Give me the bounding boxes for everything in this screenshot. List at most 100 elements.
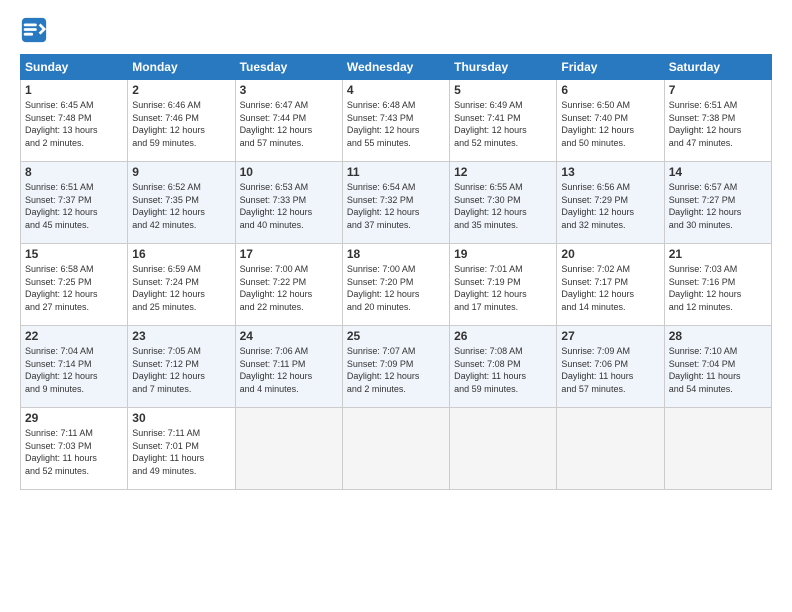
- day-info: Sunrise: 6:45 AMSunset: 7:48 PMDaylight:…: [25, 99, 123, 149]
- calendar-cell: 28Sunrise: 7:10 AMSunset: 7:04 PMDayligh…: [664, 326, 771, 408]
- day-number: 9: [132, 165, 230, 179]
- day-number: 30: [132, 411, 230, 425]
- calendar-cell: 30 Sunrise: 7:11 AMSunset: 7:01 PMDayligh…: [128, 408, 235, 490]
- day-number: 2: [132, 83, 230, 97]
- day-info: Sunrise: 6:56 AMSunset: 7:29 PMDaylight:…: [561, 181, 659, 231]
- day-info: Sunrise: 7:00 AMSunset: 7:22 PMDaylight:…: [240, 263, 338, 313]
- day-info: Sunrise: 6:57 AMSunset: 7:27 PMDaylight:…: [669, 181, 767, 231]
- calendar-cell: 17Sunrise: 7:00 AMSunset: 7:22 PMDayligh…: [235, 244, 342, 326]
- day-number: 19: [454, 247, 552, 261]
- calendar-cell: 6 Sunrise: 6:50 AMSunset: 7:40 PMDaylight…: [557, 80, 664, 162]
- day-number: 27: [561, 329, 659, 343]
- day-info: Sunrise: 6:48 AMSunset: 7:43 PMDaylight:…: [347, 99, 445, 149]
- calendar-cell: 10 Sunrise: 6:53 AMSunset: 7:33 PMDayligh…: [235, 162, 342, 244]
- day-number: 25: [347, 329, 445, 343]
- day-info: Sunrise: 7:01 AMSunset: 7:19 PMDaylight:…: [454, 263, 552, 313]
- calendar-page: SundayMondayTuesdayWednesdayThursdayFrid…: [0, 0, 792, 500]
- col-header-monday: Monday: [128, 55, 235, 80]
- calendar-cell: 5 Sunrise: 6:49 AMSunset: 7:41 PMDaylight…: [450, 80, 557, 162]
- day-info: Sunrise: 7:06 AMSunset: 7:11 PMDaylight:…: [240, 345, 338, 395]
- day-info: Sunrise: 6:52 AMSunset: 7:35 PMDaylight:…: [132, 181, 230, 231]
- day-info: Sunrise: 6:58 AMSunset: 7:25 PMDaylight:…: [25, 263, 123, 313]
- day-number: 28: [669, 329, 767, 343]
- day-info: Sunrise: 6:59 AMSunset: 7:24 PMDaylight:…: [132, 263, 230, 313]
- day-number: 24: [240, 329, 338, 343]
- logo: [20, 16, 50, 44]
- day-number: 14: [669, 165, 767, 179]
- calendar-cell: 18 Sunrise: 7:00 AMSunset: 7:20 PMDayligh…: [342, 244, 449, 326]
- day-info: Sunrise: 7:11 AMSunset: 7:03 PMDaylight:…: [25, 427, 123, 477]
- calendar-cell: 15 Sunrise: 6:58 AMSunset: 7:25 PMDayligh…: [21, 244, 128, 326]
- day-info: Sunrise: 7:00 AMSunset: 7:20 PMDaylight:…: [347, 263, 445, 313]
- day-number: 5: [454, 83, 552, 97]
- day-number: 13: [561, 165, 659, 179]
- day-info: Sunrise: 7:07 AMSunset: 7:09 PMDaylight:…: [347, 345, 445, 395]
- col-header-saturday: Saturday: [664, 55, 771, 80]
- day-number: 3: [240, 83, 338, 97]
- day-number: 26: [454, 329, 552, 343]
- calendar-cell: [235, 408, 342, 490]
- day-info: Sunrise: 6:49 AMSunset: 7:41 PMDaylight:…: [454, 99, 552, 149]
- col-header-friday: Friday: [557, 55, 664, 80]
- day-info: Sunrise: 7:05 AMSunset: 7:12 PMDaylight:…: [132, 345, 230, 395]
- calendar-cell: 24 Sunrise: 7:06 AMSunset: 7:11 PMDayligh…: [235, 326, 342, 408]
- day-info: Sunrise: 6:54 AMSunset: 7:32 PMDaylight:…: [347, 181, 445, 231]
- day-number: 18: [347, 247, 445, 261]
- day-info: Sunrise: 7:08 AMSunset: 7:08 PMDaylight:…: [454, 345, 552, 395]
- calendar-table: SundayMondayTuesdayWednesdayThursdayFrid…: [20, 54, 772, 490]
- day-info: Sunrise: 7:11 AMSunset: 7:01 PMDaylight:…: [132, 427, 230, 477]
- day-number: 22: [25, 329, 123, 343]
- calendar-cell: 19 Sunrise: 7:01 AMSunset: 7:19 PMDayligh…: [450, 244, 557, 326]
- calendar-cell: 27 Sunrise: 7:09 AMSunset: 7:06 PMDayligh…: [557, 326, 664, 408]
- day-number: 12: [454, 165, 552, 179]
- logo-icon: [20, 16, 48, 44]
- day-info: Sunrise: 7:02 AMSunset: 7:17 PMDaylight:…: [561, 263, 659, 313]
- calendar-cell: 13 Sunrise: 6:56 AMSunset: 7:29 PMDayligh…: [557, 162, 664, 244]
- day-info: Sunrise: 6:53 AMSunset: 7:33 PMDaylight:…: [240, 181, 338, 231]
- calendar-cell: 20 Sunrise: 7:02 AMSunset: 7:17 PMDayligh…: [557, 244, 664, 326]
- calendar-cell: 4 Sunrise: 6:48 AMSunset: 7:43 PMDaylight…: [342, 80, 449, 162]
- calendar-cell: [664, 408, 771, 490]
- calendar-cell: 3 Sunrise: 6:47 AMSunset: 7:44 PMDaylight…: [235, 80, 342, 162]
- calendar-cell: 23 Sunrise: 7:05 AMSunset: 7:12 PMDayligh…: [128, 326, 235, 408]
- day-number: 10: [240, 165, 338, 179]
- day-info: Sunrise: 6:55 AMSunset: 7:30 PMDaylight:…: [454, 181, 552, 231]
- calendar-cell: [342, 408, 449, 490]
- day-number: 16: [132, 247, 230, 261]
- calendar-cell: 25 Sunrise: 7:07 AMSunset: 7:09 PMDayligh…: [342, 326, 449, 408]
- day-number: 20: [561, 247, 659, 261]
- day-info: Sunrise: 6:51 AMSunset: 7:38 PMDaylight:…: [669, 99, 767, 149]
- day-number: 11: [347, 165, 445, 179]
- col-header-thursday: Thursday: [450, 55, 557, 80]
- calendar-cell: 2Sunrise: 6:46 AMSunset: 7:46 PMDaylight…: [128, 80, 235, 162]
- day-info: Sunrise: 7:03 AMSunset: 7:16 PMDaylight:…: [669, 263, 767, 313]
- calendar-cell: 21 Sunrise: 7:03 AMSunset: 7:16 PMDayligh…: [664, 244, 771, 326]
- day-number: 7: [669, 83, 767, 97]
- day-info: Sunrise: 6:51 AMSunset: 7:37 PMDaylight:…: [25, 181, 123, 231]
- day-number: 15: [25, 247, 123, 261]
- day-number: 23: [132, 329, 230, 343]
- col-header-wednesday: Wednesday: [342, 55, 449, 80]
- calendar-cell: 8 Sunrise: 6:51 AMSunset: 7:37 PMDaylight…: [21, 162, 128, 244]
- calendar-cell: 26 Sunrise: 7:08 AMSunset: 7:08 PMDayligh…: [450, 326, 557, 408]
- calendar-cell: 1Sunrise: 6:45 AMSunset: 7:48 PMDaylight…: [21, 80, 128, 162]
- day-info: Sunrise: 7:04 AMSunset: 7:14 PMDaylight:…: [25, 345, 123, 395]
- day-number: 6: [561, 83, 659, 97]
- day-number: 8: [25, 165, 123, 179]
- calendar-cell: 12 Sunrise: 6:55 AMSunset: 7:30 PMDayligh…: [450, 162, 557, 244]
- col-header-tuesday: Tuesday: [235, 55, 342, 80]
- day-info: Sunrise: 7:09 AMSunset: 7:06 PMDaylight:…: [561, 345, 659, 395]
- day-info: Sunrise: 6:47 AMSunset: 7:44 PMDaylight:…: [240, 99, 338, 149]
- calendar-cell: 9 Sunrise: 6:52 AMSunset: 7:35 PMDaylight…: [128, 162, 235, 244]
- calendar-cell: 11 Sunrise: 6:54 AMSunset: 7:32 PMDayligh…: [342, 162, 449, 244]
- calendar-cell: 14 Sunrise: 6:57 AMSunset: 7:27 PMDayligh…: [664, 162, 771, 244]
- calendar-cell: [557, 408, 664, 490]
- header-area: [20, 16, 772, 44]
- col-header-sunday: Sunday: [21, 55, 128, 80]
- day-number: 4: [347, 83, 445, 97]
- calendar-cell: [450, 408, 557, 490]
- calendar-cell: 16 Sunrise: 6:59 AMSunset: 7:24 PMDayligh…: [128, 244, 235, 326]
- day-number: 21: [669, 247, 767, 261]
- calendar-cell: 22 Sunrise: 7:04 AMSunset: 7:14 PMDayligh…: [21, 326, 128, 408]
- day-info: Sunrise: 6:50 AMSunset: 7:40 PMDaylight:…: [561, 99, 659, 149]
